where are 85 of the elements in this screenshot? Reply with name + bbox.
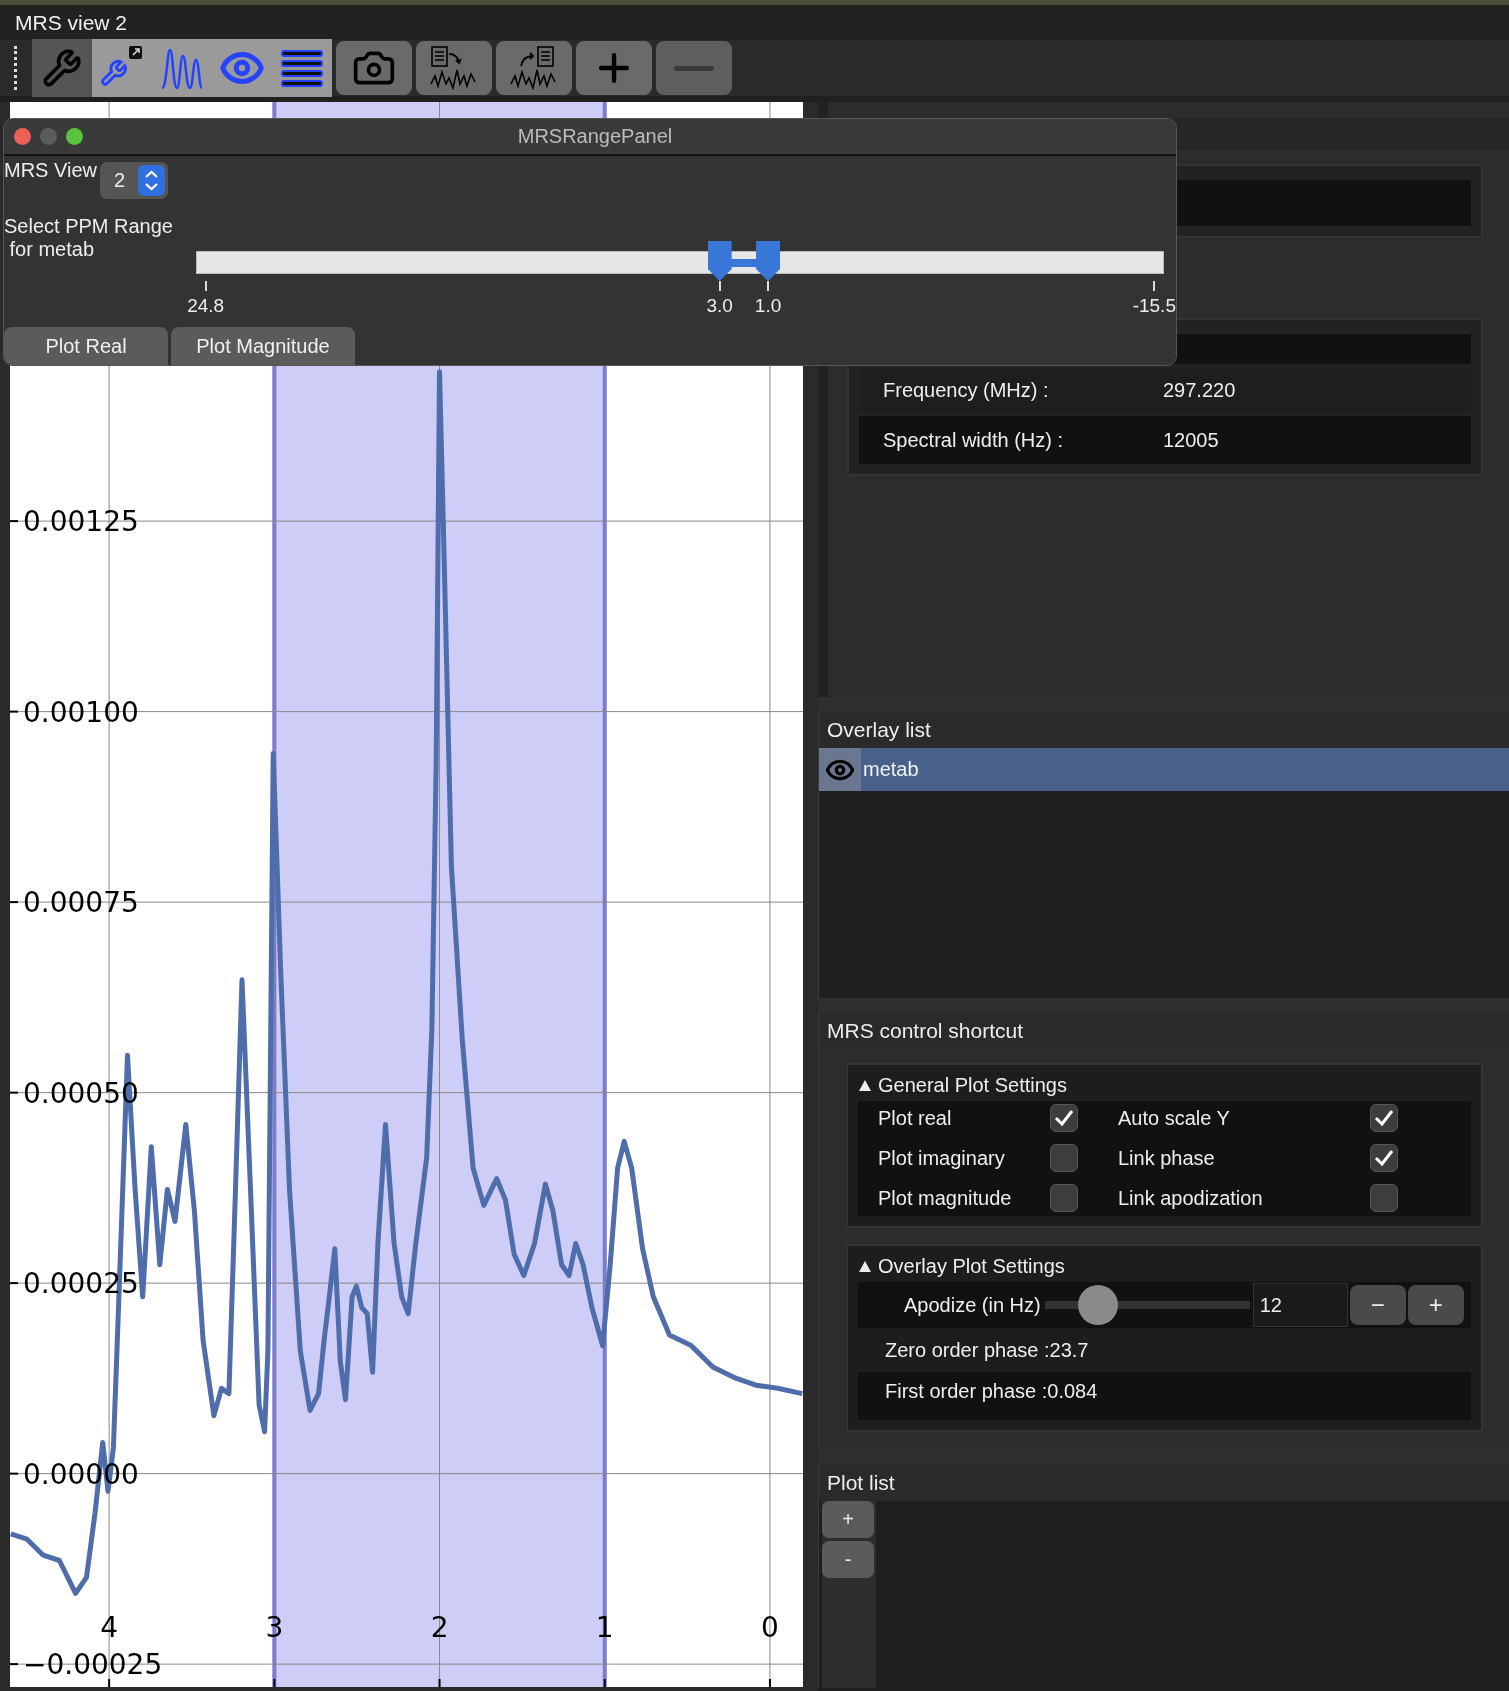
x-tick-label: 1 xyxy=(595,1611,614,1644)
collapse-triangle-icon[interactable] xyxy=(858,1259,872,1273)
x-tick-label: 0 xyxy=(761,1611,779,1644)
collapse-triangle-icon[interactable] xyxy=(858,1078,872,1092)
apodize-input[interactable]: 12 xyxy=(1252,1283,1348,1327)
checkbox[interactable] xyxy=(1370,1104,1398,1132)
window-title: MRS view 2 xyxy=(15,10,128,35)
decrement-button[interactable]: − xyxy=(1349,1285,1406,1325)
panel-title: MRSRangePanel xyxy=(516,125,674,148)
section-title: Plot list xyxy=(819,1465,1509,1501)
plot-mode-button[interactable]: Plot Real xyxy=(4,327,168,365)
y-tick-label: 0.00075 xyxy=(23,886,139,920)
checkbox[interactable] xyxy=(1050,1184,1078,1212)
close-button[interactable] xyxy=(14,128,31,145)
range-thumb[interactable] xyxy=(756,241,781,281)
overlay-name: metab xyxy=(862,758,919,781)
x-tick-label: 4 xyxy=(100,1611,119,1644)
view-spinbox[interactable]: 2 xyxy=(100,162,168,199)
option-label: Link apodization xyxy=(1118,1186,1263,1210)
section-title: Overlay list xyxy=(819,712,1509,748)
add-button[interactable]: + xyxy=(822,1501,874,1538)
option-label: Plot real xyxy=(878,1106,952,1130)
range-tick-label: 1.0 xyxy=(754,295,782,317)
document-to-wave-icon xyxy=(429,46,479,90)
wave-to-document-icon xyxy=(509,46,559,90)
y-tick xyxy=(10,1663,19,1666)
x-tick xyxy=(438,1678,441,1687)
option-label: Plot magnitude xyxy=(878,1186,1012,1210)
phase-readout: First order phase :0.084 xyxy=(885,1380,1098,1403)
checkbox[interactable] xyxy=(1050,1144,1078,1172)
range-tick-label: 3.0 xyxy=(706,295,733,317)
range-tick-label: 24.8 xyxy=(187,295,225,317)
x-tick xyxy=(273,1678,276,1687)
y-tick-label: −0.00025 xyxy=(23,1648,163,1682)
wrench-icon xyxy=(42,48,82,88)
zoom-button[interactable] xyxy=(66,128,83,145)
checkbox[interactable] xyxy=(1370,1144,1398,1172)
checkbox[interactable] xyxy=(1050,1104,1078,1132)
toolbar-button[interactable] xyxy=(496,41,572,95)
x-tick-label: 3 xyxy=(265,1611,284,1644)
apodize-slider[interactable] xyxy=(1044,1285,1250,1325)
range-tick-label: -15.5 xyxy=(1132,295,1176,317)
lines-icon xyxy=(280,48,324,88)
range-slider-track[interactable] xyxy=(196,251,1164,274)
y-tick xyxy=(10,1282,19,1285)
info-value: 297.220 xyxy=(1163,378,1236,402)
y-tick xyxy=(10,1091,19,1094)
option-label: Auto scale Y xyxy=(1118,1106,1230,1130)
info-label: Frequency (MHz) : xyxy=(883,378,1050,402)
toolbar-button[interactable] xyxy=(416,41,492,95)
x-tick xyxy=(108,1678,111,1687)
toolbar-handle[interactable] xyxy=(14,46,20,90)
range-thumb[interactable] xyxy=(707,241,732,281)
y-tick xyxy=(10,901,19,904)
group-title: General Plot Settings xyxy=(878,1073,1067,1097)
toolbar-button[interactable] xyxy=(336,41,412,95)
peaks-icon xyxy=(160,46,204,90)
minus-icon xyxy=(674,65,714,71)
option-label: Link phase xyxy=(1118,1146,1215,1170)
checkbox[interactable] xyxy=(1370,1184,1398,1212)
increment-button[interactable]: + xyxy=(1407,1285,1464,1325)
y-tick xyxy=(10,1472,19,1475)
x-tick xyxy=(768,1678,771,1687)
option-label: Plot imaginary xyxy=(878,1146,1005,1170)
overlay-list-item[interactable]: metab xyxy=(819,748,1509,791)
y-tick xyxy=(10,710,19,713)
remove-button[interactable]: - xyxy=(822,1541,874,1578)
section-title: MRS control shortcut xyxy=(819,1013,1509,1049)
info-value: 12005 xyxy=(1163,428,1219,452)
slider-thumb[interactable] xyxy=(1077,1285,1118,1325)
y-tick-label: 0.00125 xyxy=(23,505,139,539)
plot-mode-button[interactable]: Plot Magnitude xyxy=(171,327,355,365)
view-label: MRS View xyxy=(4,159,97,182)
range-label: Select PPM Range for metab xyxy=(4,215,173,260)
info-label: Spectral width (Hz) : xyxy=(883,428,1065,452)
y-tick xyxy=(10,520,19,523)
y-tick-label: 0.00100 xyxy=(23,695,139,729)
phase-readout: Zero order phase :23.7 xyxy=(885,1338,1089,1362)
group-title: Overlay Plot Settings xyxy=(878,1254,1065,1278)
x-tick-label: 2 xyxy=(430,1611,449,1644)
apodize-label: Apodize (in Hz) xyxy=(904,1293,1041,1317)
visibility-toggle[interactable] xyxy=(819,748,861,791)
x-tick xyxy=(603,1678,606,1687)
stepper-icon xyxy=(138,165,165,196)
toolbar-button[interactable] xyxy=(576,41,652,95)
